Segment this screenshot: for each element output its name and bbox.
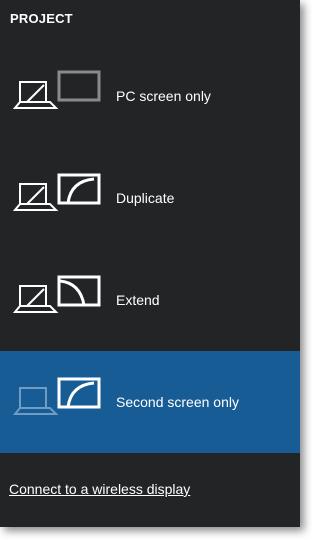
monitor-icon bbox=[57, 377, 101, 409]
panel-title: PROJECT bbox=[10, 11, 73, 26]
option-label: Duplicate bbox=[116, 190, 175, 206]
option-pc-screen-only[interactable]: PC screen only bbox=[0, 45, 300, 147]
laptop-icon bbox=[12, 285, 59, 313]
option-extend[interactable]: Extend bbox=[0, 249, 300, 351]
monitor-icon bbox=[57, 70, 101, 102]
monitor-icon bbox=[57, 173, 101, 205]
duplicate-icon bbox=[10, 147, 110, 249]
connect-wireless-display-link[interactable]: Connect to a wireless display bbox=[9, 481, 190, 497]
laptop-icon bbox=[12, 183, 59, 211]
pc-screen-only-icon bbox=[10, 45, 110, 147]
option-label: Second screen only bbox=[116, 394, 239, 410]
monitor-icon bbox=[57, 275, 101, 307]
second-screen-only-icon bbox=[10, 351, 110, 453]
option-label: PC screen only bbox=[116, 88, 211, 104]
option-second-screen-only[interactable]: Second screen only bbox=[0, 351, 300, 453]
laptop-icon bbox=[12, 81, 59, 109]
laptop-icon bbox=[12, 387, 59, 415]
option-label: Extend bbox=[116, 292, 160, 308]
option-duplicate[interactable]: Duplicate bbox=[0, 147, 300, 249]
project-panel: PROJECT PC screen only Duplicate Extend … bbox=[0, 0, 300, 527]
extend-icon bbox=[10, 249, 110, 351]
